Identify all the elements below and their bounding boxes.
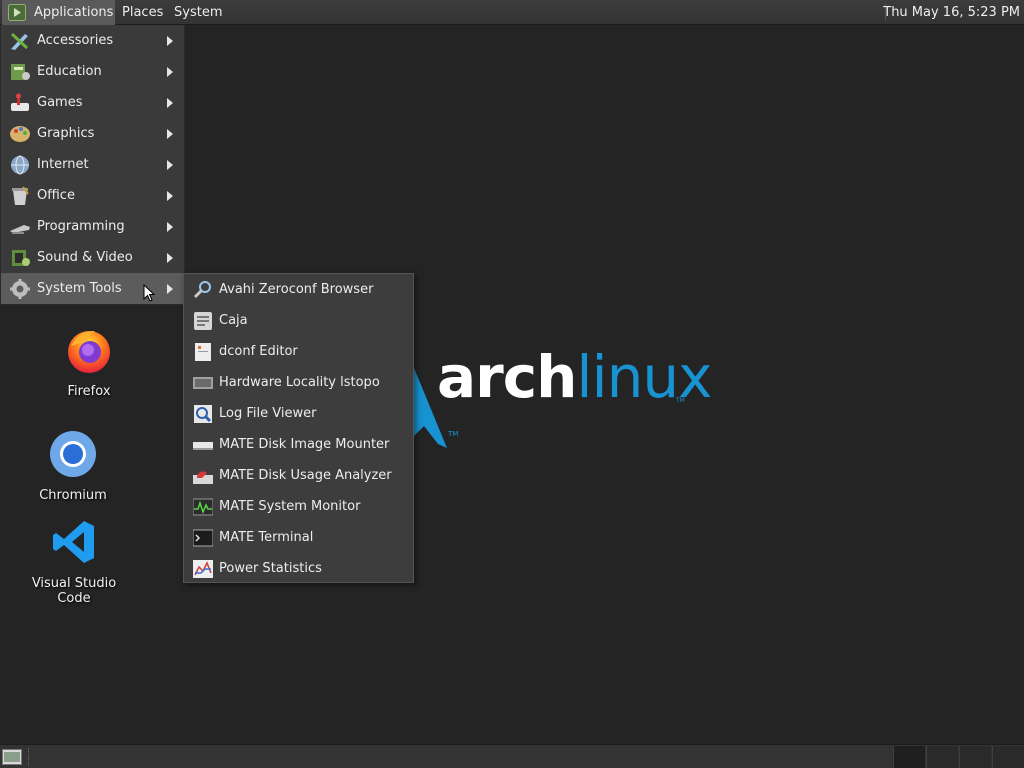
games-icon: [11, 93, 29, 111]
menu-item-office[interactable]: Office: [1, 180, 184, 211]
menu-item-label: System Tools: [37, 281, 122, 296]
office-icon: [12, 186, 29, 205]
submenu-item-label: dconf Editor: [219, 344, 298, 359]
internet-icon: [11, 155, 29, 175]
menu-item-label: Programming: [37, 219, 125, 234]
system-monitor-icon: [193, 498, 213, 516]
sound-video-icon: [12, 250, 30, 266]
chromium-icon: [50, 431, 96, 477]
submenu-item-caja[interactable]: Caja: [184, 305, 413, 336]
mouse-pointer-icon: [143, 284, 155, 302]
workspace-4[interactable]: [992, 746, 1024, 768]
submenu-arrow-icon: [167, 253, 173, 263]
system-tools-submenu: Avahi Zeroconf Browser Caja dconf Editor…: [183, 273, 414, 583]
desktop-icon-firefox[interactable]: Firefox: [34, 326, 144, 399]
submenu-item-label: MATE Disk Image Mounter: [219, 437, 390, 452]
submenu-item-avahi[interactable]: Avahi Zeroconf Browser: [184, 274, 413, 305]
bottom-panel: [0, 744, 1024, 768]
mate-logo-icon: [8, 4, 26, 21]
arch-linux-wordmark: archlinux: [437, 337, 713, 417]
network-search-icon: [193, 281, 211, 299]
submenu-item-log-viewer[interactable]: Log File Viewer: [184, 398, 413, 429]
education-icon: [11, 64, 30, 80]
show-desktop-icon[interactable]: [2, 748, 22, 765]
submenu-arrow-icon: [167, 160, 173, 170]
submenu-item-label: Avahi Zeroconf Browser: [219, 282, 374, 297]
accessories-icon: [10, 32, 29, 50]
submenu-item-terminal[interactable]: MATE Terminal: [184, 522, 413, 553]
desktop-icon-vscode[interactable]: Visual Studio Code: [19, 518, 129, 606]
firefox-label: Firefox: [67, 384, 111, 399]
menu-item-label: Games: [37, 95, 83, 110]
workspace-3[interactable]: [959, 746, 991, 768]
file-manager-icon: [194, 312, 212, 330]
submenu-item-disk-image-mounter[interactable]: MATE Disk Image Mounter: [184, 429, 413, 460]
submenu-item-lstopo[interactable]: Hardware Locality lstopo: [184, 367, 413, 398]
submenu-item-dconf[interactable]: dconf Editor: [184, 336, 413, 367]
menu-item-system-tools[interactable]: System Tools: [1, 273, 184, 304]
log-viewer-icon: [194, 405, 212, 423]
submenu-arrow-icon: [167, 36, 173, 46]
submenu-arrow-icon: [167, 284, 173, 294]
menu-item-accessories[interactable]: Accessories: [1, 25, 184, 56]
submenu-item-label: Log File Viewer: [219, 406, 317, 421]
menu-item-label: Sound & Video: [37, 250, 133, 265]
submenu-item-label: MATE System Monitor: [219, 499, 361, 514]
firefox-icon: [68, 330, 110, 373]
submenu-item-power-statistics[interactable]: Power Statistics: [184, 553, 413, 584]
graphics-icon: [10, 126, 30, 142]
menu-item-programming[interactable]: Programming: [1, 211, 184, 242]
system-menu-button[interactable]: System: [168, 0, 228, 25]
vscode-label: Visual Studio Code: [31, 576, 117, 606]
submenu-item-label: MATE Disk Usage Analyzer: [219, 468, 392, 483]
terminal-icon: [193, 529, 213, 547]
disk-image-icon: [193, 442, 213, 450]
arch-text: arch: [437, 343, 577, 411]
menu-item-graphics[interactable]: Graphics: [1, 118, 184, 149]
submenu-item-label: Caja: [219, 313, 248, 328]
submenu-arrow-icon: [167, 191, 173, 201]
menu-item-games[interactable]: Games: [1, 87, 184, 118]
disk-usage-icon: [193, 471, 213, 484]
submenu-item-disk-usage[interactable]: MATE Disk Usage Analyzer: [184, 460, 413, 491]
menu-item-label: Accessories: [37, 33, 114, 48]
submenu-item-system-monitor[interactable]: MATE System Monitor: [184, 491, 413, 522]
menu-item-label: Office: [37, 188, 75, 203]
submenu-item-label: Hardware Locality lstopo: [219, 375, 380, 390]
vscode-icon: [53, 521, 94, 563]
submenu-arrow-icon: [167, 67, 173, 77]
hardware-icon: [193, 377, 213, 389]
menu-item-label: Graphics: [37, 126, 95, 141]
svg-text:TM: TM: [447, 430, 458, 438]
linux-text: linux: [576, 343, 712, 411]
programming-icon: [10, 225, 30, 234]
applications-menu-button[interactable]: Applications: [2, 0, 115, 25]
chromium-label: Chromium: [39, 488, 107, 503]
submenu-item-label: MATE Terminal: [219, 530, 314, 545]
submenu-item-label: Power Statistics: [219, 561, 322, 576]
clock[interactable]: Thu May 16, 5:23 PM: [883, 0, 1020, 25]
power-statistics-icon: [193, 560, 213, 578]
dconf-editor-icon: [195, 343, 211, 361]
applications-menu: Accessories Education Games Graphics Int…: [0, 25, 185, 305]
workspace-2[interactable]: [926, 746, 958, 768]
menu-item-sound-video[interactable]: Sound & Video: [1, 242, 184, 273]
panel-separator: [28, 748, 30, 766]
desktop-icon-chromium[interactable]: Chromium: [18, 430, 128, 503]
menu-item-education[interactable]: Education: [1, 56, 184, 87]
submenu-arrow-icon: [167, 98, 173, 108]
places-menu-button[interactable]: Places: [116, 0, 169, 25]
menu-item-label: Internet: [37, 157, 89, 172]
workspace-1[interactable]: [893, 746, 925, 768]
top-panel: Applications Places System Thu May 16, 5…: [0, 0, 1024, 25]
system-tools-icon: [10, 279, 30, 299]
submenu-arrow-icon: [167, 129, 173, 139]
submenu-arrow-icon: [167, 222, 173, 232]
applications-label: Applications: [34, 5, 114, 20]
menu-item-label: Education: [37, 64, 102, 79]
menu-item-internet[interactable]: Internet: [1, 149, 184, 180]
